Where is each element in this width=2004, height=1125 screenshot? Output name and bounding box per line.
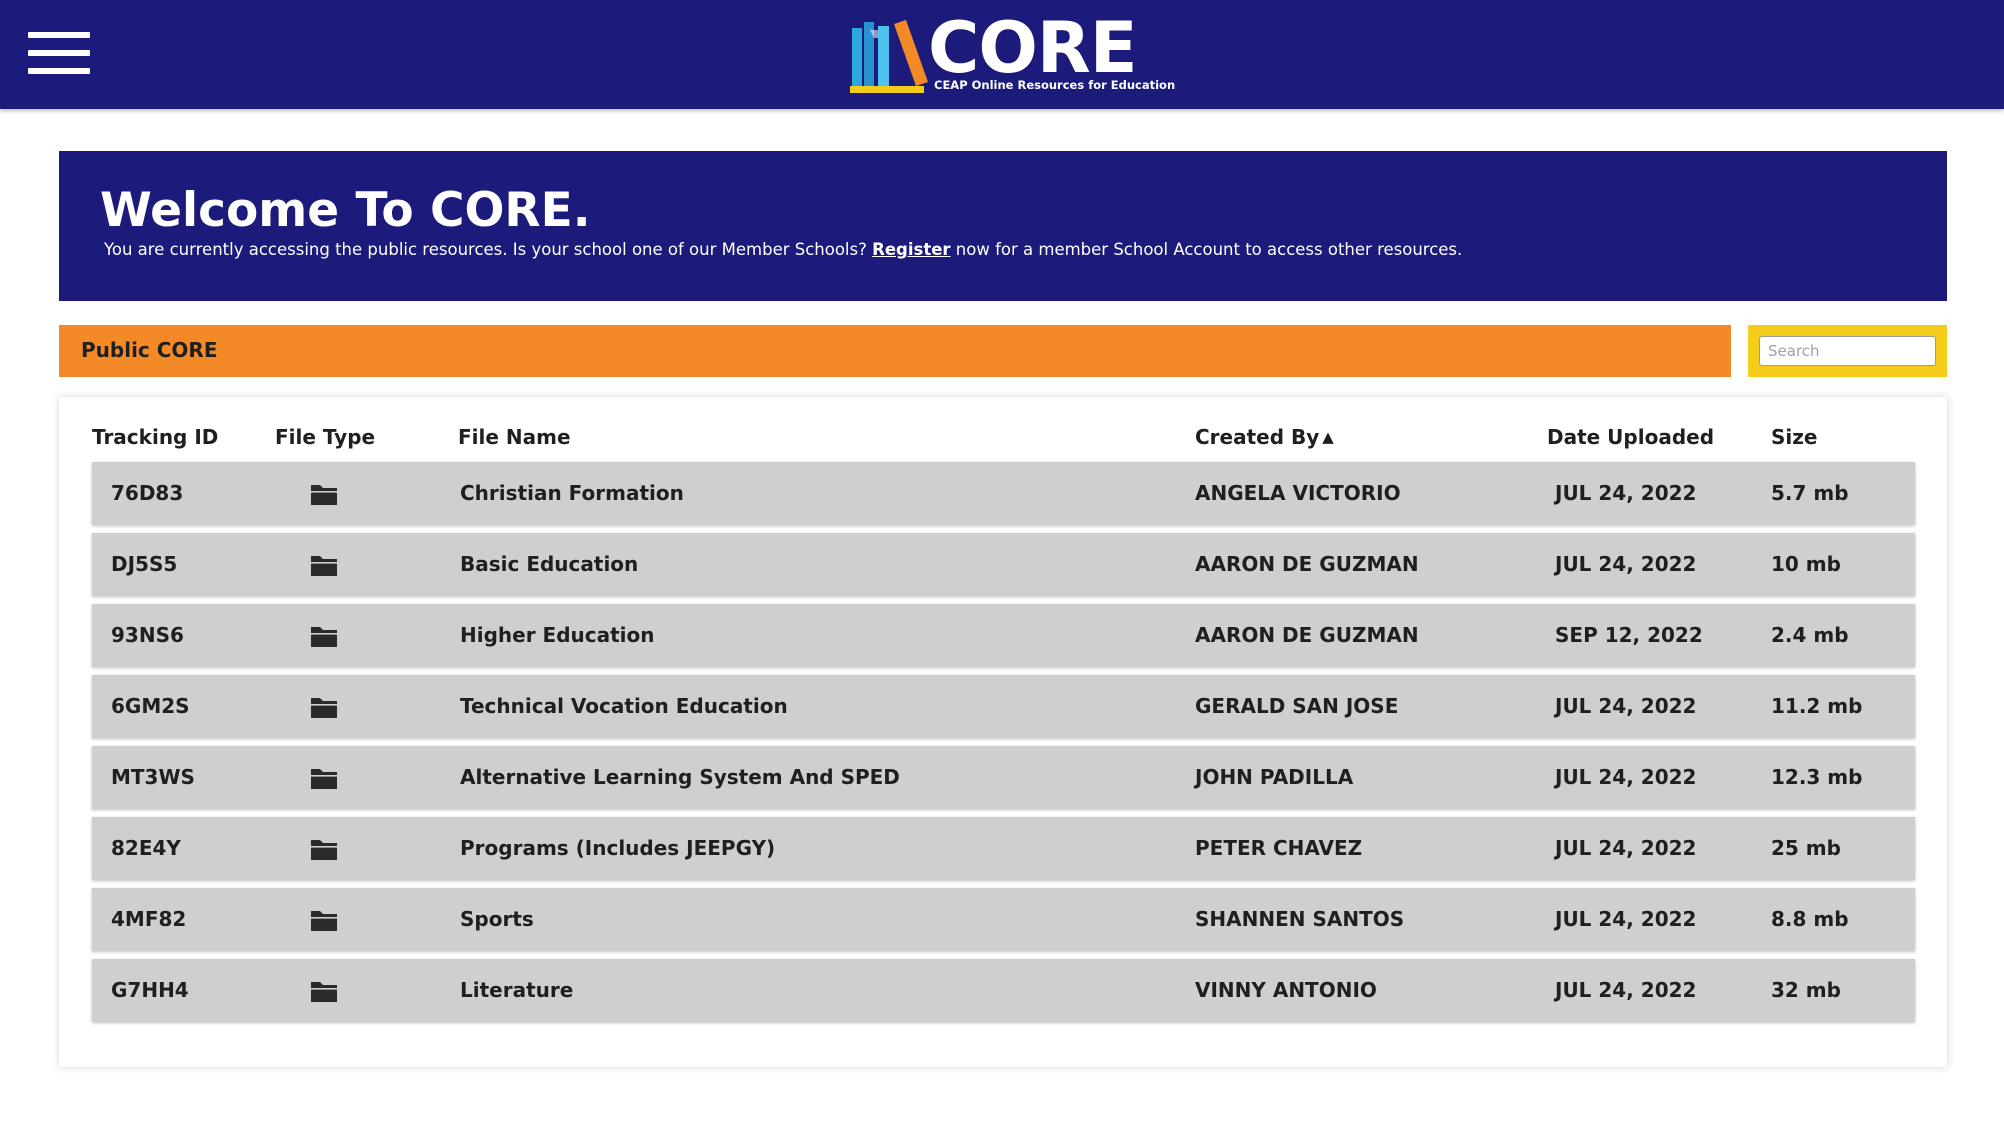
cell-created-by: GERALD SAN JOSE [1195, 694, 1399, 718]
cell-tracking-id: 4MF82 [111, 907, 187, 931]
folder-icon [311, 840, 337, 860]
cell-date-uploaded: JUL 24, 2022 [1555, 552, 1697, 576]
cell-date-uploaded: JUL 24, 2022 [1555, 694, 1697, 718]
cell-size: 2.4 mb [1771, 623, 1849, 647]
header-file-type[interactable]: File Type [275, 425, 375, 449]
cell-created-by: SHANNEN SANTOS [1195, 907, 1405, 931]
header-date-uploaded[interactable]: Date Uploaded [1547, 425, 1714, 449]
cell-tracking-id: 6GM2S [111, 694, 190, 718]
welcome-text: You are currently accessing the public r… [104, 239, 1462, 261]
cell-created-by: ANGELA VICTORIO [1195, 481, 1401, 505]
cell-size: 10 mb [1771, 552, 1841, 576]
table-row[interactable]: 82E4Y Programs (Includes JEEPGY) PETER C… [92, 817, 1915, 880]
logo-tagline: CEAP Online Resources for Education [934, 78, 1176, 92]
welcome-banner: Welcome To CORE. You are currently acces… [59, 151, 1947, 301]
cell-tracking-id: 82E4Y [111, 836, 181, 860]
register-link[interactable]: Register [872, 240, 950, 259]
sort-ascending-icon: ▲ [1322, 428, 1334, 446]
table-row[interactable]: 4MF82 Sports SHANNEN SANTOS JUL 24, 2022… [92, 888, 1915, 951]
folder-icon [311, 769, 337, 789]
welcome-title: Welcome To CORE. [100, 183, 591, 238]
cell-file-name: Literature [460, 978, 574, 1002]
header-created-by-label: Created By [1195, 425, 1320, 449]
cell-date-uploaded: JUL 24, 2022 [1555, 978, 1697, 1002]
cell-size: 25 mb [1771, 836, 1841, 860]
header-size[interactable]: Size [1771, 425, 1817, 449]
cell-file-name: Basic Education [460, 552, 639, 576]
cell-created-by: AARON DE GUZMAN [1195, 623, 1419, 647]
cell-tracking-id: MT3WS [111, 765, 195, 789]
cell-size: 5.7 mb [1771, 481, 1849, 505]
core-logo[interactable]: CORE CEAP Online Resources for Education [850, 12, 1175, 94]
cell-size: 12.3 mb [1771, 765, 1863, 789]
folder-icon [311, 485, 337, 505]
welcome-text-before: You are currently accessing the public r… [104, 240, 867, 259]
cell-created-by: AARON DE GUZMAN [1195, 552, 1419, 576]
header-tracking-id[interactable]: Tracking ID [92, 425, 218, 449]
table-row[interactable]: 6GM2S Technical Vocation Education GERAL… [92, 675, 1915, 738]
cell-file-name: Technical Vocation Education [460, 694, 788, 718]
cell-file-name: Christian Formation [460, 481, 684, 505]
cell-created-by: JOHN PADILLA [1195, 765, 1354, 789]
folder-icon [311, 911, 337, 931]
table-row[interactable]: G7HH4 Literature VINNY ANTONIO JUL 24, 2… [92, 959, 1915, 1022]
cell-file-name: Higher Education [460, 623, 655, 647]
cell-size: 32 mb [1771, 978, 1841, 1002]
folder-icon [311, 556, 337, 576]
cell-file-name: Sports [460, 907, 534, 931]
cell-file-name: Programs (Includes JEEPGY) [460, 836, 776, 860]
cell-file-name: Alternative Learning System And SPED [460, 765, 900, 789]
cell-tracking-id: 93NS6 [111, 623, 184, 647]
cell-date-uploaded: SEP 12, 2022 [1555, 623, 1703, 647]
cell-date-uploaded: JUL 24, 2022 [1555, 836, 1697, 860]
hamburger-menu-icon[interactable] [28, 32, 90, 74]
table-row[interactable]: 76D83 Christian Formation ANGELA VICTORI… [92, 462, 1915, 525]
logo-wordmark: CORE [928, 7, 1138, 89]
cell-tracking-id: 76D83 [111, 481, 184, 505]
welcome-text-after: now for a member School Account to acces… [955, 240, 1463, 259]
cell-date-uploaded: JUL 24, 2022 [1555, 907, 1697, 931]
search-container [1748, 325, 1947, 377]
section-title: Public CORE [81, 338, 218, 362]
folder-icon [311, 698, 337, 718]
cell-date-uploaded: JUL 24, 2022 [1555, 481, 1697, 505]
table-row[interactable]: 93NS6 Higher Education AARON DE GUZMAN S… [92, 604, 1915, 667]
cell-created-by: VINNY ANTONIO [1195, 978, 1377, 1002]
folder-icon [311, 982, 337, 1002]
top-navbar: CORE CEAP Online Resources for Education [0, 0, 2004, 109]
cell-size: 11.2 mb [1771, 694, 1863, 718]
books-logo-icon [850, 20, 928, 93]
cell-size: 8.8 mb [1771, 907, 1849, 931]
public-core-header: Public CORE [59, 325, 1731, 377]
header-created-by[interactable]: Created By ▲ [1195, 425, 1334, 449]
cell-created-by: PETER CHAVEZ [1195, 836, 1363, 860]
cell-tracking-id: DJ5S5 [111, 552, 178, 576]
cell-date-uploaded: JUL 24, 2022 [1555, 765, 1697, 789]
folder-icon [311, 627, 337, 647]
cell-tracking-id: G7HH4 [111, 978, 189, 1002]
table-row[interactable]: MT3WS Alternative Learning System And SP… [92, 746, 1915, 809]
table-row[interactable]: DJ5S5 Basic Education AARON DE GUZMAN JU… [92, 533, 1915, 596]
header-file-name[interactable]: File Name [458, 425, 571, 449]
search-input[interactable] [1759, 336, 1936, 366]
